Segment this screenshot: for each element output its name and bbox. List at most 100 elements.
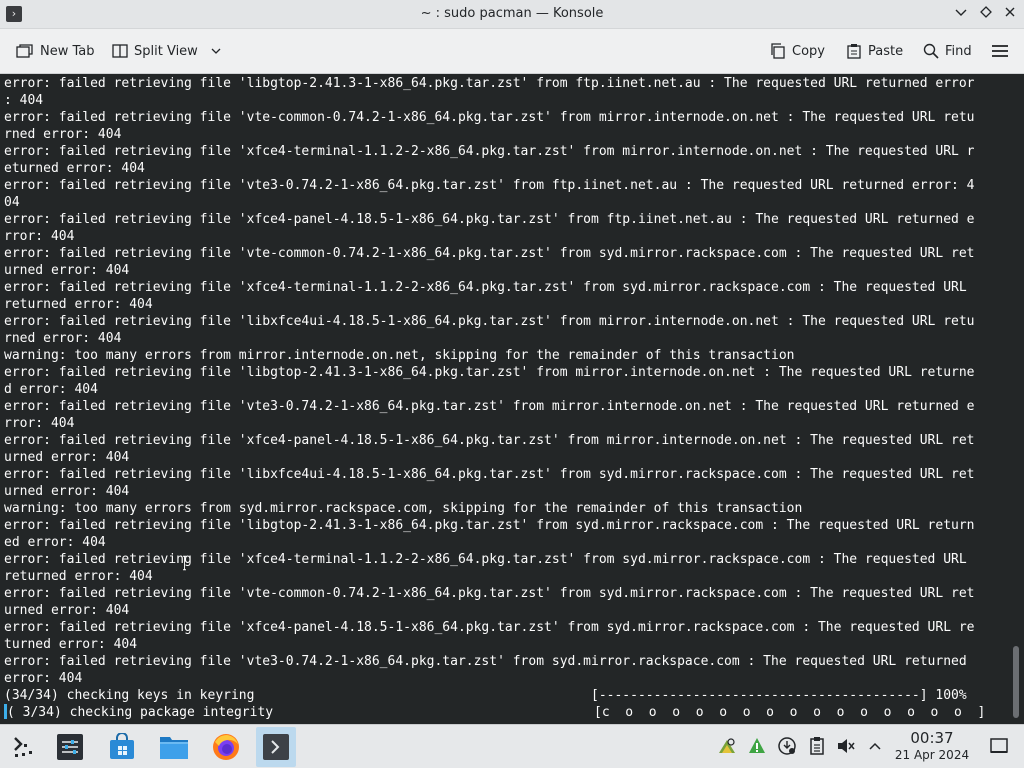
show-hidden-icons-button[interactable] (864, 735, 886, 757)
main-menu-button[interactable] (985, 37, 1015, 65)
terminal-line: error: failed retrieving file 'libxfce4u… (4, 467, 975, 482)
update-notifier-icon (749, 738, 765, 753)
new-tab-icon (16, 44, 33, 58)
copy-button[interactable]: Copy (764, 37, 831, 65)
terminal-line: warning: too many errors from mirror.int… (4, 348, 795, 363)
hamburger-icon (992, 45, 1008, 57)
chevron-down-icon (211, 48, 221, 54)
terminal-line: error: failed retrieving file 'xfce4-ter… (4, 552, 967, 567)
diamond-icon (980, 6, 992, 18)
volume-muted-icon (838, 739, 855, 753)
konsole-icon (263, 734, 289, 760)
clipboard-icon (810, 737, 824, 755)
terminal-line: warning: too many errors from syd.mirror… (4, 501, 803, 516)
terminal-line: error: failed retrieving file 'vte-commo… (4, 110, 975, 125)
digital-clock[interactable]: 00:37 21 Apr 2024 (888, 729, 976, 763)
copy-label: Copy (792, 43, 825, 59)
chevron-down-icon (955, 9, 967, 16)
terminal-line: error: failed retrieving file 'xfce4-pan… (4, 212, 975, 227)
show-desktop-icon (990, 738, 1008, 753)
discover-store-icon (110, 733, 134, 759)
terminal-line: error: failed retrieving file 'xfce4-pan… (4, 433, 975, 448)
toolbar: New Tab Split View Copy Paste Find (0, 29, 1024, 74)
close-button[interactable] (1000, 5, 1020, 25)
paste-icon (847, 44, 861, 59)
minimize-button[interactable] (951, 5, 971, 25)
terminal-line: error: failed retrieving file 'xfce4-ter… (4, 144, 975, 159)
system-settings-icon (57, 734, 83, 760)
paste-label: Paste (868, 43, 904, 59)
terminal-line: d error: 404 (4, 382, 98, 397)
paste-button[interactable]: Paste (840, 37, 909, 65)
terminal-lines: error: failed retrieving file 'libgtop-2… (0, 75, 1010, 704)
split-view-label: Split View (134, 43, 198, 59)
firefox-button[interactable] (206, 727, 246, 767)
copy-icon (771, 43, 785, 59)
chevron-up-icon (869, 742, 881, 750)
terminal-line: 04 (4, 195, 20, 210)
terminal-scrollbar[interactable] (1010, 74, 1024, 724)
file-manager-button[interactable] (154, 727, 194, 767)
new-tab-button[interactable]: New Tab (10, 37, 101, 65)
search-icon (923, 43, 939, 59)
terminal-line: error: failed retrieving file 'vte-commo… (4, 246, 975, 261)
konsole-task-button[interactable] (256, 727, 296, 767)
terminal-line: eturned error: 404 (4, 161, 145, 176)
clock-time: 00:37 (910, 729, 954, 747)
terminal-line: error: failed retrieving file 'libgtop-2… (4, 518, 975, 533)
new-tab-label: New Tab (40, 43, 95, 59)
ibeam-cursor-icon (183, 555, 186, 571)
terminal-line: returned error: 404 (4, 569, 153, 584)
terminal-line: error: failed retrieving file 'xfce4-pan… (4, 620, 975, 635)
terminal-line: error: failed retrieving file 'xfce4-ter… (4, 280, 967, 295)
maximize-button[interactable] (976, 5, 996, 25)
terminal-line: rror: 404 (4, 229, 75, 244)
terminal-line: urned error: 404 (4, 603, 130, 618)
terminal-line: urned error: 404 (4, 263, 130, 278)
terminal-line: error: failed retrieving file 'vte-commo… (4, 586, 975, 601)
terminal-line: rned error: 404 (4, 127, 122, 142)
show-desktop-button[interactable] (988, 735, 1010, 757)
vault-tray-button[interactable] (716, 735, 738, 757)
terminal-line: error: failed retrieving file 'libgtop-2… (4, 365, 975, 380)
terminal-line: error: failed retrieving file 'vte3-0.74… (4, 654, 967, 669)
window-title: ~ : sudo pacman — Konsole (420, 6, 604, 21)
find-label: Find (945, 43, 972, 59)
split-view-icon (112, 44, 128, 58)
terminal-output[interactable]: error: failed retrieving file 'libgtop-2… (0, 74, 1010, 724)
terminal-line: error: failed retrieving file 'libxfce4u… (4, 314, 975, 329)
application-launcher-icon (14, 737, 32, 757)
firefox-icon (213, 734, 239, 760)
application-launcher-button[interactable] (2, 727, 42, 767)
terminal-line: urned error: 404 (4, 484, 130, 499)
file-manager-icon (160, 737, 188, 759)
terminal-line: turned error: 404 (4, 637, 138, 652)
terminal-line: error: failed retrieving file 'libgtop-2… (4, 76, 975, 91)
terminal-line: ed error: 404 (4, 535, 106, 550)
terminal-line: returned error: 404 (4, 297, 153, 312)
vault-icon (719, 738, 735, 753)
terminal-line: rror: 404 (4, 416, 75, 431)
terminal-line: error: failed retrieving file 'vte3-0.74… (4, 399, 975, 414)
network-icon (778, 737, 796, 755)
scrollbar-thumb[interactable] (1013, 646, 1019, 718)
discover-store-button[interactable] (102, 727, 142, 767)
split-view-button[interactable]: Split View (106, 37, 228, 65)
terminal-line: rned error: 404 (4, 331, 122, 346)
terminal-line: urned error: 404 (4, 450, 130, 465)
close-icon (1005, 7, 1015, 17)
clipboard-tray-button[interactable] (806, 735, 828, 757)
terminal-line: : 404 (4, 93, 44, 108)
system-settings-button[interactable] (50, 727, 90, 767)
taskbar: 00:37 21 Apr 2024 (0, 724, 1024, 768)
terminal-line-progress: ( 3/34) checking package integrity [c o … (0, 704, 1010, 721)
volume-tray-button[interactable] (835, 735, 857, 757)
network-tray-button[interactable] (776, 735, 798, 757)
terminal-line: error: 404 (4, 671, 83, 686)
find-button[interactable]: Find (917, 37, 978, 65)
terminal-line-text: ( 3/34) checking package integrity [c o … (7, 705, 1010, 720)
terminal-line: error: failed retrieving file 'vte3-0.74… (4, 178, 975, 193)
title-bar: › ~ : sudo pacman — Konsole (0, 0, 1024, 29)
update-notifier-tray-button[interactable] (746, 735, 768, 757)
terminal-line: (34/34) checking keys in keyring [------… (4, 688, 967, 703)
